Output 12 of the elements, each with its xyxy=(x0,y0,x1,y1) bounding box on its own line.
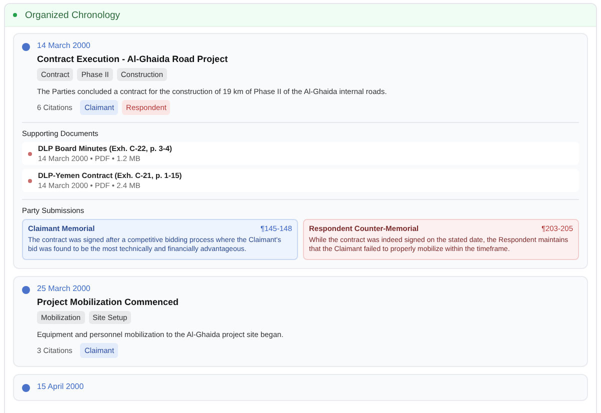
event-date: 25 March 2000 xyxy=(37,284,92,294)
document-dot xyxy=(28,178,32,182)
document-dot xyxy=(28,152,32,156)
timeline-dot xyxy=(22,43,30,51)
status-dot xyxy=(13,13,17,17)
event-title: Project Mobilization Commenced xyxy=(37,297,180,308)
timeline-dot xyxy=(22,384,30,392)
event-title: Contract Execution - Al-Ghaida Road Project xyxy=(37,54,229,64)
event-date: 14 March 2000 xyxy=(37,41,92,50)
event-date: 15 April 2000 xyxy=(37,382,84,392)
panel-title: Organized Chronology xyxy=(25,10,120,20)
timeline-dot xyxy=(22,286,30,294)
